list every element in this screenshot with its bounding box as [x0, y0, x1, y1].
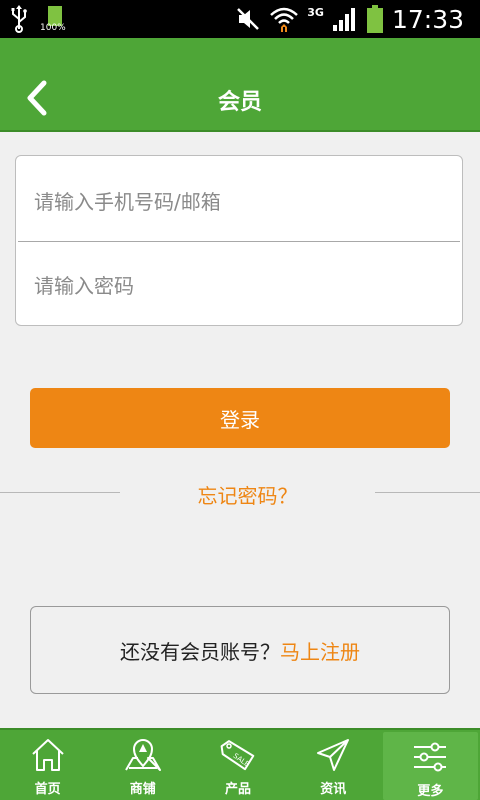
mute-icon — [237, 8, 260, 30]
login-form — [15, 155, 463, 326]
account-input[interactable] — [34, 172, 454, 232]
map-pin-icon — [124, 739, 161, 771]
sale-tag-icon: SALE — [220, 740, 255, 771]
sliders-icon — [414, 742, 447, 772]
page-title: 会员 — [217, 90, 262, 115]
tab-label: 更多 — [417, 784, 444, 799]
tab-label: 资讯 — [320, 782, 347, 797]
status-right: 3G 17:33 — [235, 2, 464, 36]
password-input[interactable] — [34, 256, 454, 316]
login-button[interactable]: 登录 — [30, 388, 450, 448]
app-header: 会员 — [0, 38, 480, 132]
paper-plane-icon — [317, 739, 350, 771]
tab-products[interactable]: SALE 产品 — [190, 730, 285, 800]
tab-label: 产品 — [225, 782, 252, 797]
tab-home[interactable]: 首页 — [0, 730, 95, 800]
form-divider — [18, 241, 460, 242]
tab-shops[interactable]: 商铺 — [95, 730, 190, 800]
tab-label: 首页 — [34, 782, 61, 797]
register-link[interactable]: 马上注册 — [280, 636, 360, 665]
register-prompt: 还没有会员账号？ — [120, 639, 280, 664]
bottom-tab-bar: 首页 商铺 SALE 产品 资讯 更多 — [0, 728, 480, 800]
battery-small-icon: 100% — [40, 4, 68, 34]
wifi-icon — [270, 7, 299, 32]
battery-icon — [366, 5, 383, 33]
home-icon — [31, 739, 64, 771]
tab-label: 商铺 — [129, 782, 156, 797]
usb-icon — [11, 5, 27, 33]
signal-icon — [332, 8, 355, 31]
forgot-divider-left — [0, 492, 120, 493]
status-time: 17:33 — [391, 4, 464, 34]
battery-percent: 100% — [40, 23, 66, 33]
forgot-password-link[interactable]: 忘记密码？ — [120, 480, 375, 509]
tab-more[interactable]: 更多 — [382, 732, 479, 800]
register-box: 还没有会员账号？ 马上注册 — [30, 606, 450, 694]
network-type: 3G — [307, 5, 324, 19]
status-left: 100% — [10, 4, 68, 34]
forgot-divider-right — [375, 492, 480, 493]
status-bar: 100% 3G 17:33 — [0, 0, 480, 38]
tab-news[interactable]: 资讯 — [286, 730, 381, 800]
